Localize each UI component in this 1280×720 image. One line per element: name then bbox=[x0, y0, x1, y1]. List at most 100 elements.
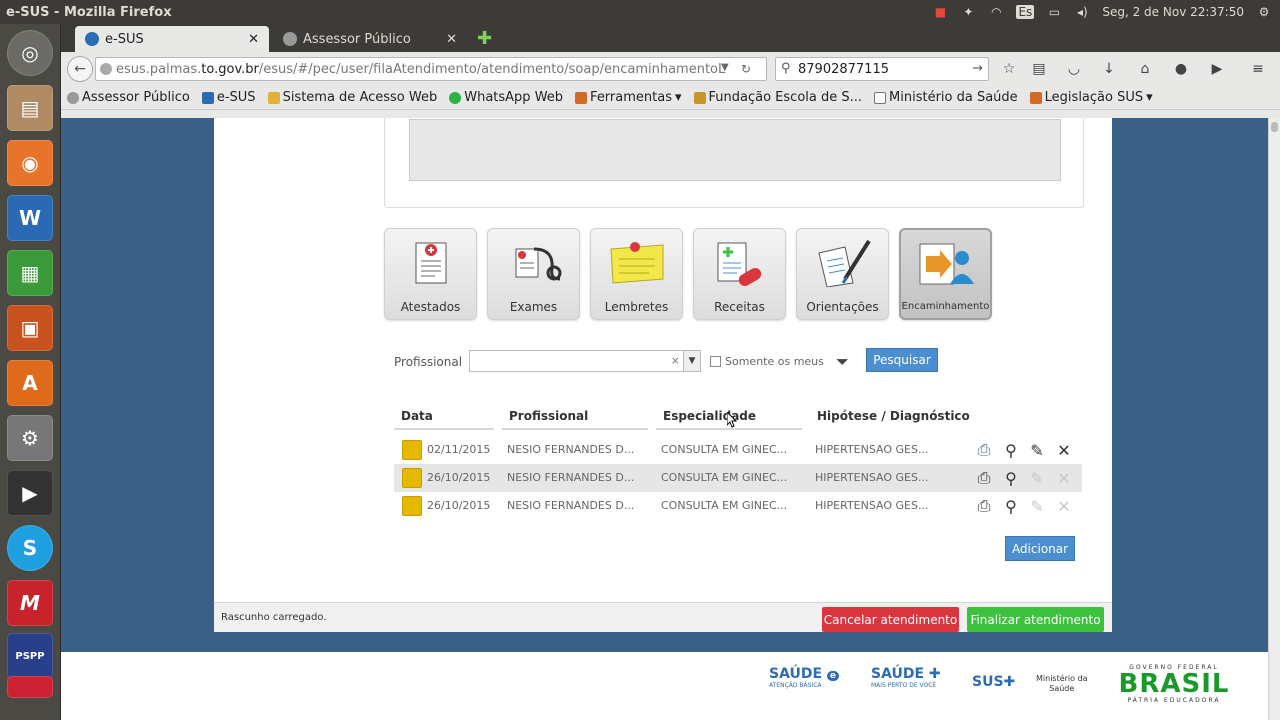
tile-exames[interactable]: Exames bbox=[487, 228, 580, 320]
tab-esus[interactable]: e-SUS ✕ bbox=[75, 26, 269, 52]
folder-icon bbox=[402, 468, 422, 488]
search-value: 87902877115 bbox=[798, 61, 889, 77]
cell-data: 26/10/2015 bbox=[427, 471, 491, 484]
settings-icon[interactable]: ⚙ bbox=[7, 415, 53, 461]
vertical-scrollbar[interactable] bbox=[1268, 118, 1280, 720]
bookmark-whatsapp-web[interactable]: WhatsApp Web bbox=[449, 90, 563, 105]
bookmark-folder-legislacao-sus[interactable]: Legislação SUS ▾ bbox=[1029, 90, 1153, 105]
dropbox-icon[interactable]: ✦ bbox=[960, 5, 976, 19]
page-icon bbox=[874, 91, 887, 104]
search-input[interactable]: ⚲ 87902877115 → bbox=[775, 57, 989, 81]
tab-assessor-publico[interactable]: Assessor Público ✕ bbox=[273, 26, 467, 52]
table-row[interactable]: 02/11/2015 NESIO FERNANDES D... CONSULTA… bbox=[394, 436, 1082, 464]
system-tray: ■ ✦ ◠ Es ▭ ◂) Seg, 2 de Nov 22:37:50 ⚙ bbox=[932, 5, 1280, 19]
delete-x-icon[interactable]: ✕ bbox=[1054, 440, 1074, 460]
column-header-data[interactable]: Data bbox=[394, 406, 494, 430]
files-icon[interactable]: ▤ bbox=[7, 85, 53, 131]
view-magnifier-icon[interactable]: ⚲ bbox=[1001, 440, 1021, 460]
somente-os-meus-checkbox[interactable] bbox=[710, 356, 721, 367]
youtube-icon[interactable]: ▶ bbox=[1207, 60, 1227, 78]
site-identity-icon[interactable] bbox=[100, 63, 112, 75]
finalizar-atendimento-button[interactable]: Finalizar atendimento bbox=[967, 607, 1104, 632]
volume-icon[interactable]: ◂) bbox=[1074, 5, 1090, 19]
tile-atestados[interactable]: Atestados bbox=[384, 228, 477, 320]
status-message: Rascunho carregado. bbox=[221, 612, 327, 623]
view-magnifier-icon[interactable]: ⚲ bbox=[1001, 468, 1021, 488]
ubuntu-dash-icon[interactable]: ◎ bbox=[7, 30, 53, 76]
tile-encaminhamento[interactable]: Encaminhamento bbox=[899, 228, 992, 320]
cell-hipotese: HIPERTENSAO GES... bbox=[815, 443, 929, 456]
home-icon[interactable]: ⌂ bbox=[1135, 60, 1155, 78]
calc-icon[interactable]: ▦ bbox=[7, 250, 53, 296]
gear-icon[interactable]: ⚙ bbox=[1256, 5, 1272, 19]
delete-x-icon: ✕ bbox=[1057, 468, 1071, 488]
bookmark-fundacao-escola[interactable]: Fundação Escola de S... bbox=[693, 90, 862, 105]
print-icon[interactable]: ⎙ bbox=[974, 468, 994, 488]
reload-icon[interactable]: ↻ bbox=[741, 62, 751, 76]
adicionar-button[interactable]: Adicionar bbox=[1005, 536, 1075, 561]
keyboard-layout-indicator[interactable]: Es bbox=[1016, 5, 1035, 19]
view-magnifier-icon[interactable]: ⚲ bbox=[1001, 496, 1021, 516]
cell-especialidade: CONSULTA EM GINEC... bbox=[661, 471, 788, 484]
pocket-icon[interactable]: ◡ bbox=[1064, 60, 1084, 78]
back-arrow-icon[interactable]: ← bbox=[67, 56, 93, 82]
recording-icon[interactable]: ■ bbox=[932, 5, 948, 19]
software-center-icon[interactable]: A bbox=[7, 360, 53, 406]
writer-icon[interactable]: W bbox=[7, 195, 53, 241]
print-icon[interactable]: ⎙ bbox=[974, 440, 994, 460]
scrollbar-thumb[interactable] bbox=[1271, 122, 1278, 132]
bookmark-sistema-acesso-web[interactable]: Sistema de Acesso Web bbox=[267, 90, 437, 105]
cell-data: 02/11/2015 bbox=[427, 443, 491, 456]
close-icon[interactable]: ✕ bbox=[248, 32, 259, 47]
clock[interactable]: Seg, 2 de Nov 22:37:50 bbox=[1102, 5, 1244, 19]
battery-icon[interactable]: ▭ bbox=[1046, 5, 1062, 19]
bookmark-folder-ferramentas[interactable]: Ferramentas ▾ bbox=[575, 90, 682, 105]
navigation-toolbar: ← esus.palmas. to.gov.br/esus/#/pec/user/… bbox=[61, 52, 1280, 86]
cancelar-atendimento-button[interactable]: Cancelar atendimento bbox=[822, 607, 959, 632]
impress-icon[interactable]: ▣ bbox=[7, 305, 53, 351]
video-editor-icon[interactable]: ▶ bbox=[7, 470, 53, 516]
bookmark-star-icon[interactable]: ☆ bbox=[999, 60, 1019, 78]
cell-hipotese: HIPERTENSAO GES... bbox=[815, 471, 929, 484]
bookmark-esus[interactable]: e-SUS bbox=[201, 90, 256, 105]
pesquisar-button[interactable]: Pesquisar bbox=[866, 348, 938, 372]
notes-textarea[interactable] bbox=[409, 119, 1061, 181]
app-extra-icon[interactable] bbox=[7, 676, 53, 698]
pspp-icon[interactable]: PSPP bbox=[7, 633, 53, 679]
table-row[interactable]: 26/10/2015 NESIO FERNANDES D... CONSULTA… bbox=[394, 492, 1082, 520]
edit-pencil-icon[interactable]: ✎ bbox=[1027, 440, 1047, 460]
print-icon[interactable]: ⎙ bbox=[974, 496, 994, 516]
filter-row: Profissional × ▼ Somente os meus ⏷ Pesqu… bbox=[394, 348, 994, 374]
new-tab-plus-icon[interactable]: ✚ bbox=[477, 28, 492, 49]
bookmark-assessor-publico[interactable]: Assessor Público bbox=[67, 90, 190, 105]
firefox-icon[interactable]: ◉ bbox=[7, 140, 53, 186]
app-m-icon[interactable]: M bbox=[7, 580, 53, 626]
menu-hamburger-icon[interactable]: ≡ bbox=[1248, 60, 1268, 78]
skype-icon[interactable]: S bbox=[7, 525, 53, 571]
filter-icon[interactable]: ⏷ bbox=[836, 352, 849, 372]
somente-os-meus-label[interactable]: Somente os meus bbox=[725, 355, 824, 368]
downloads-icon[interactable]: ↓ bbox=[1099, 60, 1119, 78]
close-icon[interactable]: ✕ bbox=[446, 32, 457, 47]
tile-receitas[interactable]: Receitas bbox=[693, 228, 786, 320]
column-header-profissional[interactable]: Profissional bbox=[502, 406, 648, 430]
column-header-hipotese[interactable]: Hipótese / Diagnóstico bbox=[810, 406, 1082, 430]
search-go-arrow-icon[interactable]: → bbox=[972, 61, 983, 76]
cross-icon: ✚ bbox=[928, 666, 941, 682]
chat-icon[interactable]: ● bbox=[1171, 60, 1191, 78]
search-icon: ⚲ bbox=[781, 61, 791, 76]
cell-data: 26/10/2015 bbox=[427, 499, 491, 512]
profissional-select[interactable]: × ▼ bbox=[469, 350, 701, 372]
reading-list-icon[interactable]: ▤ bbox=[1029, 60, 1049, 78]
tile-orientacoes[interactable]: Orientações bbox=[796, 228, 889, 320]
url-history-dropdown-icon[interactable]: ▼ bbox=[721, 62, 729, 73]
clear-icon[interactable]: × bbox=[671, 354, 680, 367]
wifi-icon[interactable]: ◠ bbox=[988, 5, 1004, 19]
tile-lembretes[interactable]: Lembretes bbox=[590, 228, 683, 320]
table-row[interactable]: 26/10/2015 NESIO FERNANDES D... CONSULTA… bbox=[394, 464, 1082, 492]
bookmark-ministerio-saude[interactable]: Ministério da Saúde bbox=[874, 90, 1018, 105]
url-bar[interactable]: esus.palmas. to.gov.br/esus/#/pec/user/fi… bbox=[95, 57, 767, 81]
tab-bar: e-SUS ✕ Assessor Público ✕ ✚ bbox=[61, 24, 1280, 52]
document-pen-icon bbox=[818, 239, 871, 287]
chevron-down-icon[interactable]: ▼ bbox=[683, 351, 700, 371]
